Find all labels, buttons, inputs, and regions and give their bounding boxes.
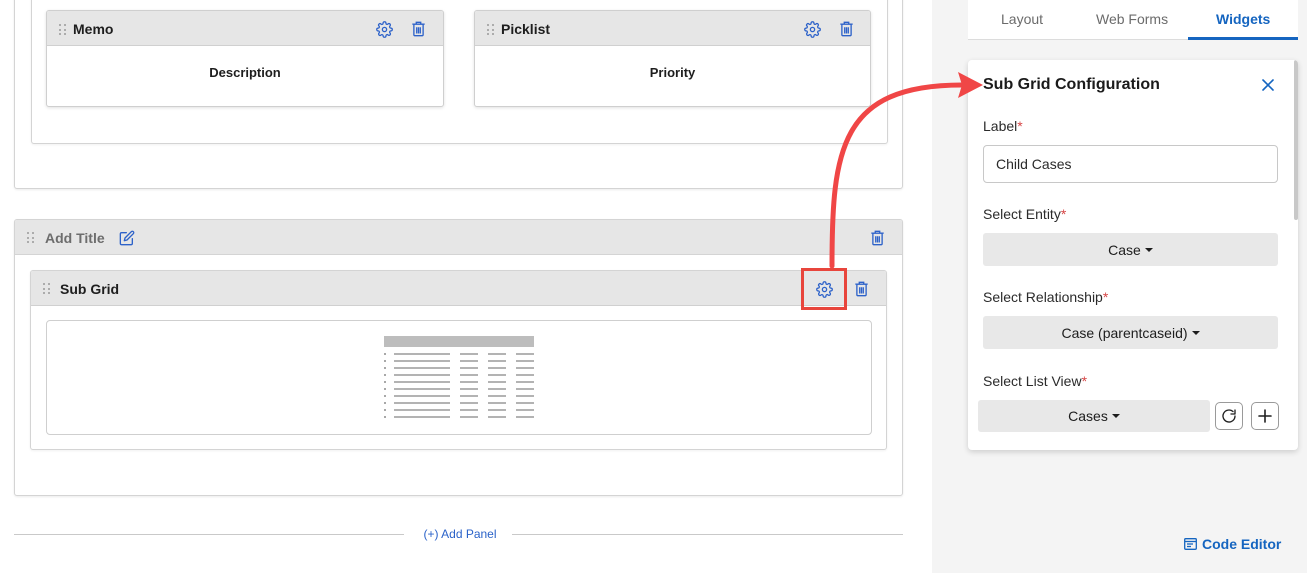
- required-mark: *: [1081, 373, 1088, 389]
- trash-icon[interactable]: [868, 229, 886, 247]
- drag-handle-icon[interactable]: [43, 283, 51, 295]
- label-input[interactable]: [983, 145, 1278, 183]
- tab-web-forms[interactable]: Web Forms: [1096, 11, 1168, 27]
- active-tab-indicator: [1188, 37, 1298, 40]
- subgrid-header: Sub Grid: [31, 271, 886, 306]
- relationship-field-label: Select Relationship*: [983, 289, 1108, 305]
- add-list-view-button[interactable]: [1251, 402, 1279, 430]
- grid-placeholder-icon: [384, 336, 534, 425]
- entity-dropdown-value: Case: [1108, 241, 1141, 258]
- subgrid-section[interactable]: Sub Grid: [30, 270, 887, 450]
- caret-down-icon: [1191, 330, 1200, 335]
- code-editor-icon: [1184, 538, 1197, 550]
- field-card-picklist[interactable]: Picklist Priority: [474, 10, 871, 107]
- field-card-memo[interactable]: Memo Description: [46, 10, 444, 107]
- divider-right: [512, 534, 903, 535]
- entity-dropdown[interactable]: Case: [983, 233, 1278, 266]
- required-mark: *: [1017, 118, 1023, 134]
- caret-down-icon: [1144, 247, 1153, 252]
- edit-icon[interactable]: [118, 229, 136, 247]
- tab-widgets[interactable]: Widgets: [1216, 11, 1270, 27]
- gear-icon[interactable]: [375, 20, 393, 38]
- required-mark: *: [1102, 289, 1109, 305]
- label-text: Label: [983, 118, 1018, 134]
- code-editor-label: Code Editor: [1202, 536, 1282, 552]
- label-field-label: Label*: [983, 118, 1023, 134]
- subgrid-title: Sub Grid: [60, 281, 120, 297]
- entity-label-text: Select Entity: [983, 206, 1061, 222]
- field-card-title: Memo: [73, 21, 114, 37]
- panel-title[interactable]: Add Title: [45, 230, 105, 246]
- gear-icon[interactable]: [803, 20, 821, 38]
- caret-down-icon: [1111, 414, 1120, 418]
- settings-highlight-box: [801, 268, 847, 310]
- field-card-header: Picklist: [475, 11, 870, 46]
- scrollbar[interactable]: [1294, 60, 1298, 220]
- trash-icon[interactable]: [409, 20, 427, 38]
- refresh-button[interactable]: [1215, 402, 1243, 430]
- add-panel-button[interactable]: (+) Add Panel: [405, 527, 515, 541]
- field-card-header: Memo: [47, 11, 443, 46]
- field-card-title: Picklist: [501, 21, 551, 37]
- panel-header: Add Title: [15, 220, 902, 255]
- relationship-dropdown[interactable]: Case (parentcaseid): [983, 316, 1278, 349]
- required-mark: *: [1060, 206, 1067, 222]
- code-editor-button[interactable]: Code Editor: [1184, 536, 1281, 552]
- plus-icon: [1257, 408, 1273, 424]
- tabs-bar: Layout Web Forms Widgets: [968, 0, 1298, 40]
- config-title: Sub Grid Configuration: [983, 76, 1160, 93]
- trash-icon[interactable]: [852, 280, 870, 298]
- field-card-value: Description: [209, 65, 281, 80]
- drag-handle-icon[interactable]: [487, 24, 495, 36]
- subgrid-preview: [46, 320, 872, 435]
- subgrid-config-panel: Sub Grid Configuration Label* Select Ent…: [968, 60, 1298, 450]
- drag-handle-icon[interactable]: [59, 24, 67, 36]
- trash-icon[interactable]: [837, 20, 855, 38]
- entity-field-label: Select Entity*: [983, 206, 1066, 222]
- field-card-value: Priority: [649, 65, 696, 80]
- listview-label-text: Select List View: [983, 373, 1082, 389]
- listview-dropdown[interactable]: Cases: [978, 400, 1210, 432]
- relationship-label-text: Select Relationship: [983, 289, 1103, 305]
- listview-dropdown-value: Cases: [1068, 408, 1108, 424]
- divider-left: [14, 534, 404, 535]
- listview-field-label: Select List View*: [983, 373, 1087, 389]
- relationship-dropdown-value: Case (parentcaseid): [1061, 324, 1188, 341]
- close-icon[interactable]: [1260, 77, 1276, 93]
- tab-layout[interactable]: Layout: [1001, 11, 1043, 27]
- drag-handle-icon[interactable]: [27, 232, 35, 244]
- refresh-icon: [1221, 408, 1237, 424]
